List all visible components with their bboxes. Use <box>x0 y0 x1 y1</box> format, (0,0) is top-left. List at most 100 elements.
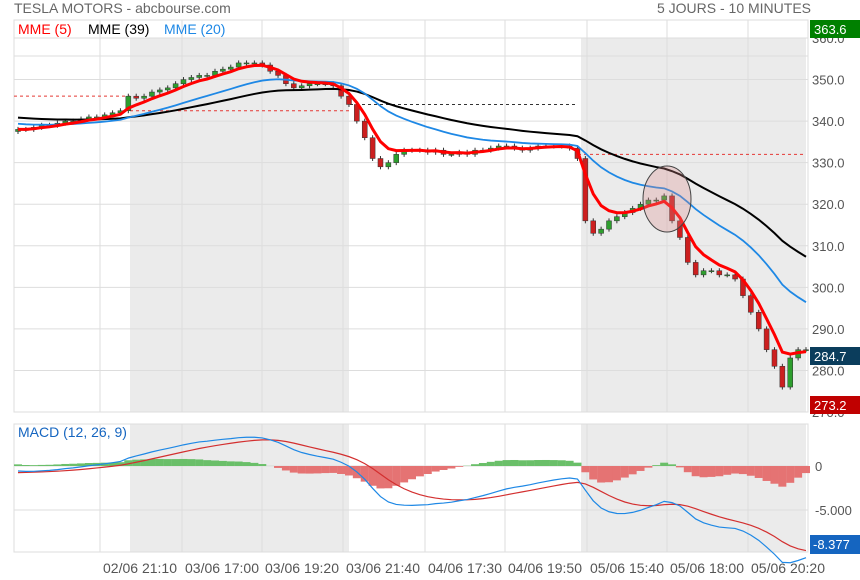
macd-histogram-bar <box>455 466 464 467</box>
macd-histogram-bar <box>305 466 314 474</box>
macd-histogram-bar <box>14 464 22 466</box>
macd-histogram-bar <box>250 462 259 466</box>
x-tick-label: 04/06 17:30 <box>428 560 502 576</box>
macd-histogram-bar <box>163 459 172 466</box>
candle <box>141 95 147 99</box>
legend-ema20: MME (20) <box>164 21 225 37</box>
macd-histogram-bar <box>376 466 385 489</box>
candle <box>700 270 707 276</box>
macd-histogram-bar <box>668 464 677 466</box>
candle <box>377 158 384 168</box>
price-tag-label: 363.6 <box>814 22 847 37</box>
candle <box>779 366 786 388</box>
macd-histogram-bar <box>274 466 283 468</box>
candle <box>708 270 715 272</box>
macd-histogram-bar <box>549 460 558 466</box>
macd-histogram-bar <box>471 464 480 466</box>
candle <box>157 89 163 93</box>
macd-histogram-bar <box>581 466 590 473</box>
chart-title: TESLA MOTORS - abcbourse.com <box>14 0 231 16</box>
candle <box>755 312 762 330</box>
macd-histogram-bar <box>447 466 456 469</box>
macd-histogram-bar <box>439 466 448 470</box>
macd-histogram-bar <box>242 462 251 466</box>
macd-histogram-bar <box>21 465 30 466</box>
candle <box>787 357 793 388</box>
macd-histogram-bar <box>699 466 708 478</box>
macd-histogram-bar <box>738 466 747 475</box>
candle <box>393 154 399 163</box>
macd-histogram-bar <box>297 466 306 474</box>
macd-histogram-bar <box>786 466 795 483</box>
candle <box>235 62 242 68</box>
macd-histogram-bar <box>155 458 164 466</box>
macd-histogram-bar <box>754 466 763 478</box>
macd-histogram-bar <box>573 462 582 466</box>
macd-histogram-bar <box>557 460 566 466</box>
price-tick-label: 330.0 <box>812 156 845 171</box>
macd-histogram-bar <box>636 466 645 471</box>
candle <box>385 162 392 168</box>
price-tick-label: 300.0 <box>812 280 845 295</box>
macd-histogram-bar <box>415 466 424 477</box>
macd-histogram-bar <box>195 459 204 466</box>
legend-ema39: MME (39) <box>88 21 149 37</box>
macd-histogram-bar <box>691 466 700 477</box>
macd-histogram-bar <box>179 458 188 466</box>
candle <box>164 87 171 91</box>
candle <box>606 220 612 230</box>
macd-histogram-bar <box>187 459 196 466</box>
macd-histogram-bar <box>526 460 535 466</box>
candle <box>133 95 139 99</box>
macd-value-label: -8.377 <box>813 537 850 552</box>
macd-histogram-bar <box>408 466 416 480</box>
macd-histogram-bar <box>400 466 409 483</box>
candle <box>149 91 155 97</box>
x-tick-label: 05/06 20:20 <box>751 560 825 576</box>
candle <box>251 62 258 65</box>
macd-histogram-bar <box>234 461 243 466</box>
price-tick-label: 310.0 <box>812 239 845 254</box>
macd-histogram-bar <box>69 463 78 466</box>
macd-histogram-bar <box>502 460 511 466</box>
stock-chart: TESLA MOTORS - abcbourse.com 5 JOURS - 1… <box>13 0 860 576</box>
macd-histogram-bar <box>281 466 290 471</box>
legend-ema5: MME (5) <box>18 21 72 37</box>
macd-histogram-bar <box>605 466 613 483</box>
macd-histogram-bar <box>652 465 661 466</box>
price-tick-label: 340.0 <box>812 114 845 129</box>
macd-histogram-bar <box>321 466 330 474</box>
macd-session-shade <box>130 424 349 552</box>
candle <box>361 120 368 138</box>
candle <box>748 295 754 313</box>
candle <box>180 79 187 84</box>
candle <box>598 228 604 234</box>
macd-tick-label: 0 <box>815 459 822 474</box>
candle <box>685 237 691 263</box>
macd-histogram-bar <box>61 463 70 466</box>
candle <box>590 220 596 234</box>
macd-histogram-bar <box>226 461 235 466</box>
macd-histogram-bar <box>762 466 771 481</box>
x-tick-label: 05/06 18:00 <box>670 560 744 576</box>
x-tick-label: 03/06 17:00 <box>185 560 259 576</box>
macd-histogram-bar <box>258 464 267 466</box>
macd-histogram-bar <box>431 466 440 472</box>
macd-histogram-bar <box>794 466 803 478</box>
macd-histogram-bar <box>486 461 495 466</box>
macd-histogram-bar <box>597 466 606 483</box>
macd-histogram-bar <box>628 466 637 475</box>
candle <box>614 216 620 222</box>
macd-histogram-bar <box>203 460 212 466</box>
macd-histogram-bar <box>612 466 621 481</box>
macd-histogram-bar <box>660 462 669 466</box>
candle <box>692 262 699 276</box>
x-tick-label: 04/06 19:50 <box>508 560 582 576</box>
macd-tick-label: -5.000 <box>815 503 852 518</box>
macd-histogram-bar <box>683 466 692 473</box>
candle <box>369 137 376 159</box>
chart-container: TESLA MOTORS - abcbourse.com 5 JOURS - 1… <box>0 0 860 580</box>
macd-histogram-bar <box>778 466 787 487</box>
macd-histogram-bar <box>675 466 684 468</box>
candle <box>172 83 179 89</box>
